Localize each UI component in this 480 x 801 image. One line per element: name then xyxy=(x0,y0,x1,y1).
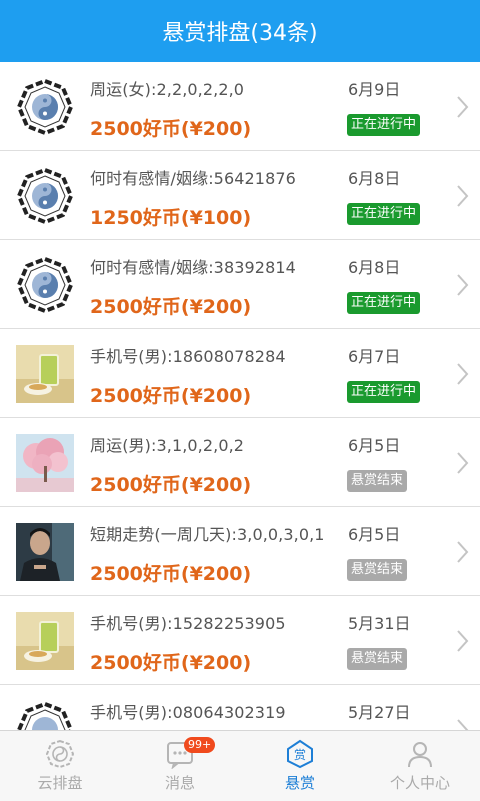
chevron-right-icon xyxy=(457,719,469,730)
list-item[interactable]: 何时有感情/姻缘:56421876 1250好币(¥100) 6月8日 正在进行… xyxy=(0,151,480,240)
reward-icon: 赏 xyxy=(285,739,315,769)
bottom-tab-bar: 云排盘 99+ 消息 赏 悬赏 个人中心 xyxy=(0,730,480,801)
blossom-tree-photo xyxy=(16,434,74,492)
item-title: 手机号(男):08064302319 xyxy=(90,703,286,722)
item-reward: 2500好币(¥200) xyxy=(90,563,252,585)
bagua-icon xyxy=(45,739,75,769)
bagua-icon xyxy=(16,78,74,136)
status-badge: 正在进行中 xyxy=(347,203,421,225)
item-reward: 2500好币(¥200) xyxy=(90,652,252,674)
item-date: 6月8日 xyxy=(348,258,401,277)
list-item[interactable]: 手机号(男):15282253905 2500好币(¥200) 5月31日 悬赏… xyxy=(0,596,480,685)
item-date: 6月5日 xyxy=(348,436,401,455)
item-title: 短期走势(一周几天):3,0,0,3,0,1 xyxy=(90,525,325,544)
item-reward: 2500好币(¥200) xyxy=(90,385,252,407)
item-title: 手机号(男):15282253905 xyxy=(90,614,286,633)
list-item[interactable]: 周运(女):2,2,0,2,2,0 2500好币(¥200) 6月9日 正在进行… xyxy=(0,62,480,151)
item-reward: 2500好币(¥200) xyxy=(90,296,252,318)
chevron-right-icon xyxy=(457,363,469,385)
svg-text:赏: 赏 xyxy=(294,748,306,762)
bagua-icon xyxy=(16,256,74,314)
tab-label: 个人中心 xyxy=(389,774,450,792)
chevron-right-icon xyxy=(457,185,469,207)
chevron-right-icon xyxy=(457,630,469,652)
item-date: 6月8日 xyxy=(348,169,401,188)
tab-cloud-chart[interactable]: 云排盘 xyxy=(0,731,120,801)
list-item[interactable]: 周运(男):3,1,0,2,0,2 2500好币(¥200) 6月5日 悬赏结束 xyxy=(0,418,480,507)
status-badge: 悬赏结束 xyxy=(347,559,408,581)
user-icon xyxy=(405,739,435,769)
status-badge: 悬赏结束 xyxy=(347,648,408,670)
item-reward: 2500好币(¥200) xyxy=(90,474,252,496)
list-item[interactable]: 手机号(男):18608078284 2500好币(¥200) 6月7日 正在进… xyxy=(0,329,480,418)
tab-label: 云排盘 xyxy=(37,774,83,792)
drink-photo xyxy=(16,345,74,403)
header-bar: 悬赏排盘(34条) xyxy=(0,0,480,62)
item-title: 周运(女):2,2,0,2,2,0 xyxy=(90,80,245,99)
chevron-right-icon xyxy=(457,274,469,296)
list-item[interactable]: 短期走势(一周几天):3,0,0,3,0,1 2500好币(¥200) 6月5日… xyxy=(0,507,480,596)
item-title: 何时有感情/姻缘:38392814 xyxy=(90,258,296,277)
unread-count-badge: 99+ xyxy=(184,737,216,753)
tab-label: 悬赏 xyxy=(284,774,315,792)
item-reward: 1250好币(¥100) xyxy=(90,207,252,229)
status-badge: 悬赏结束 xyxy=(347,470,408,492)
tab-rewards[interactable]: 赏 悬赏 xyxy=(240,731,360,801)
page-title: 悬赏排盘(34条) xyxy=(162,21,318,46)
status-badge: 正在进行中 xyxy=(347,114,421,136)
status-badge: 正在进行中 xyxy=(347,381,421,403)
chevron-right-icon xyxy=(457,452,469,474)
list-item[interactable]: 何时有感情/姻缘:38392814 2500好币(¥200) 6月8日 正在进行… xyxy=(0,240,480,329)
item-date: 5月27日 xyxy=(348,703,411,722)
man-portrait-photo xyxy=(16,523,74,581)
item-date: 5月31日 xyxy=(348,614,411,633)
item-date: 6月5日 xyxy=(348,525,401,544)
tab-profile[interactable]: 个人中心 xyxy=(360,731,480,801)
chevron-right-icon xyxy=(457,96,469,118)
item-reward: 2500好币(¥200) xyxy=(90,118,252,140)
tab-messages[interactable]: 99+ 消息 xyxy=(120,731,240,801)
chevron-right-icon xyxy=(457,541,469,563)
tab-label: 消息 xyxy=(164,774,195,792)
bagua-icon xyxy=(16,167,74,225)
item-date: 6月7日 xyxy=(348,347,401,366)
item-title: 何时有感情/姻缘:56421876 xyxy=(90,169,296,188)
drink-photo xyxy=(16,612,74,670)
status-badge: 正在进行中 xyxy=(347,292,421,314)
item-title: 手机号(男):18608078284 xyxy=(90,347,286,366)
item-date: 6月9日 xyxy=(348,80,401,99)
bagua-icon xyxy=(16,701,74,730)
item-title: 周运(男):3,1,0,2,0,2 xyxy=(90,436,245,455)
reward-list[interactable]: 周运(女):2,2,0,2,2,0 2500好币(¥200) 6月9日 正在进行… xyxy=(0,62,480,730)
list-item[interactable]: 手机号(男):08064302319 5月27日 xyxy=(0,685,480,730)
